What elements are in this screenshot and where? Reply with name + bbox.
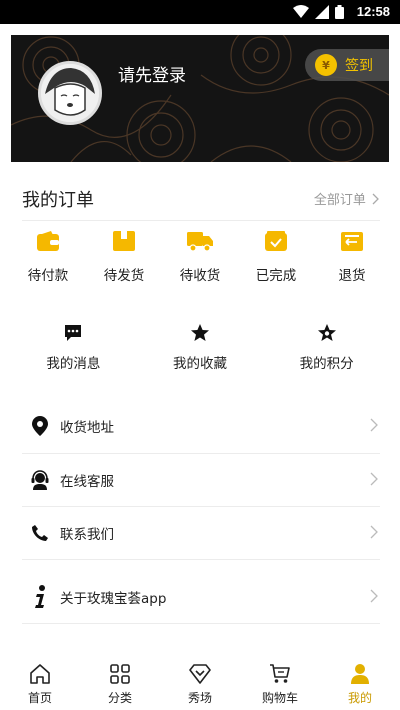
user-icon (351, 664, 369, 684)
menu-contact-us-label: 联系我们 (60, 527, 114, 543)
phone-icon (32, 525, 48, 541)
tab-cart[interactable]: 购物车 (240, 656, 320, 710)
order-returns[interactable]: 退货 (314, 228, 390, 284)
chevron-right-icon (370, 418, 378, 432)
status-bar: 12:58 (0, 0, 400, 24)
signin-button[interactable]: ¥ 签到 (305, 49, 389, 81)
grid-icon (110, 664, 130, 684)
wifi-icon (293, 5, 309, 18)
order-returns-label: 退货 (338, 268, 366, 284)
menu-shipping-address[interactable]: 收货地址 (22, 400, 380, 452)
diamond-icon (189, 664, 211, 684)
tab-showroom[interactable]: 秀场 (160, 656, 240, 710)
menu-shipping-address-label: 收货地址 (60, 420, 114, 436)
divider (22, 559, 380, 560)
order-completed[interactable]: 已完成 (238, 228, 314, 284)
message-icon (65, 325, 82, 341)
box-icon (113, 231, 135, 251)
order-pending-receipt[interactable]: 待收货 (162, 228, 238, 284)
tab-category-label: 分类 (107, 691, 132, 705)
signal-icon (315, 5, 329, 19)
order-pending-receipt-label: 待收货 (179, 268, 221, 284)
all-orders-link[interactable]: 全部订单 (314, 189, 380, 208)
chevron-right-icon (372, 193, 379, 205)
menu-about-app[interactable]: 关于玫瑰宝荟app (22, 571, 380, 623)
battery-icon (335, 5, 344, 19)
home-icon (30, 664, 50, 684)
bottom-tab-bar: 首页 分类 秀场 购物车 我的 (0, 656, 400, 710)
menu-online-service[interactable]: 在线客服 (22, 454, 380, 506)
tab-home-label: 首页 (27, 691, 52, 705)
my-messages-label: 我的消息 (46, 356, 101, 372)
star-icon (190, 324, 209, 341)
status-icons (293, 5, 344, 19)
tab-mine[interactable]: 我的 (320, 656, 400, 710)
chevron-right-icon (370, 525, 378, 539)
divider (22, 220, 380, 221)
coin-icon: ¥ (315, 54, 337, 76)
return-icon (341, 232, 363, 251)
chevron-right-icon (370, 589, 378, 603)
tab-showroom-label: 秀场 (187, 691, 212, 705)
menu-online-service-label: 在线客服 (60, 474, 114, 490)
signin-label: 签到 (345, 58, 373, 74)
my-messages[interactable]: 我的消息 (18, 322, 128, 372)
my-favorites[interactable]: 我的收藏 (145, 322, 255, 372)
login-prompt[interactable]: 请先登录 (118, 61, 186, 86)
menu-about-app-label: 关于玫瑰宝荟app (60, 591, 167, 607)
my-points-label: 我的积分 (299, 356, 354, 372)
cart-icon (270, 664, 290, 683)
order-completed-label: 已完成 (255, 268, 297, 284)
tab-cart-label: 购物车 (261, 691, 298, 705)
menu-contact-us[interactable]: 联系我们 (22, 507, 380, 559)
customer-service-icon (31, 470, 49, 490)
my-favorites-label: 我的收藏 (172, 356, 227, 372)
avatar-image (41, 64, 99, 122)
chevron-right-icon (370, 472, 378, 486)
orders-title: 我的订单 (22, 190, 94, 211)
profile-banner: 请先登录 ¥ 签到 (11, 35, 389, 162)
shortcuts-row: 我的消息 我的收藏 我的积分 (10, 322, 390, 372)
location-pin-icon (32, 416, 48, 436)
check-box-icon (265, 231, 287, 251)
tab-category[interactable]: 分类 (80, 656, 160, 710)
order-status-row: 待付款 待发货 待收货 已完成 退货 (10, 228, 390, 284)
orders-header: 我的订单 全部订单 (22, 182, 380, 212)
order-pending-shipment[interactable]: 待发货 (86, 228, 162, 284)
tab-home[interactable]: 首页 (0, 656, 80, 710)
order-pending-payment-label: 待付款 (27, 268, 69, 284)
my-points[interactable]: 我的积分 (272, 322, 382, 372)
info-icon (35, 585, 45, 608)
truck-icon (187, 232, 213, 252)
wallet-icon (37, 231, 59, 251)
order-pending-payment[interactable]: 待付款 (10, 228, 86, 284)
order-pending-shipment-label: 待发货 (103, 268, 145, 284)
tab-mine-label: 我的 (347, 691, 372, 705)
avatar[interactable] (38, 61, 102, 125)
status-time: 12:58 (356, 4, 390, 19)
star-points-icon (317, 324, 336, 341)
all-orders-label: 全部订单 (313, 193, 366, 208)
divider (22, 623, 380, 624)
